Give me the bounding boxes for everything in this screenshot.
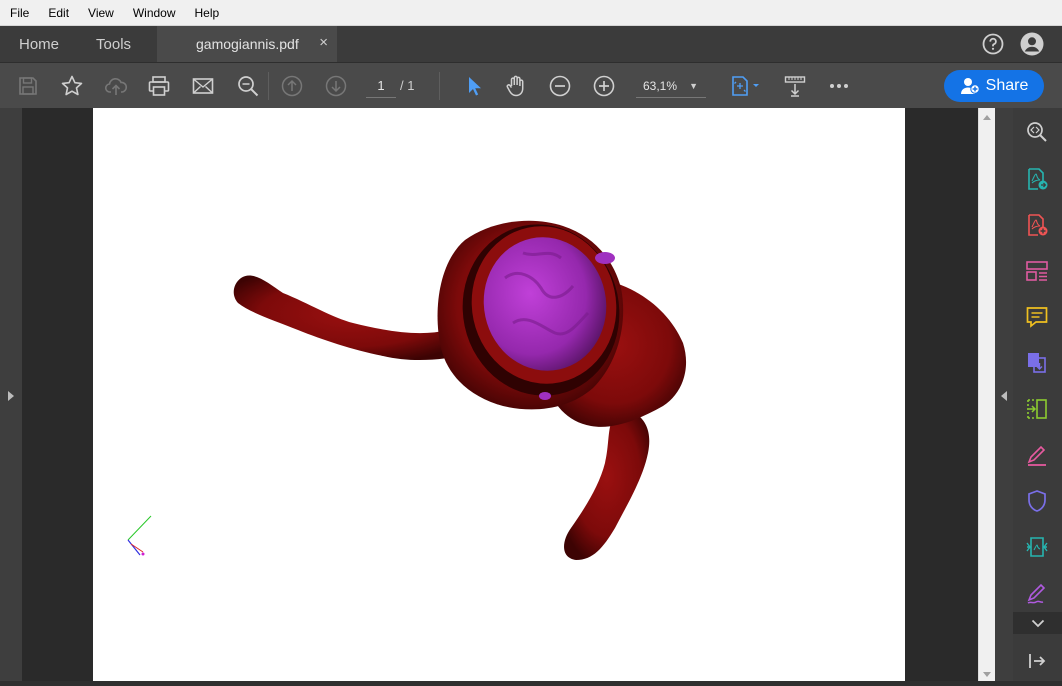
export-pdf-icon[interactable] xyxy=(1023,165,1051,193)
compress-icon[interactable] xyxy=(1023,395,1051,423)
fit-page-icon[interactable] xyxy=(728,73,764,99)
document-tab-title: gamogiannis.pdf xyxy=(196,36,299,52)
chevron-down-icon: ▼ xyxy=(689,81,698,91)
zoom-value: 63,1% xyxy=(643,79,678,93)
page-number-input[interactable]: 1 xyxy=(366,75,396,98)
zoom-in-icon[interactable] xyxy=(591,73,617,99)
3d-model-render[interactable] xyxy=(93,108,905,686)
scroll-up-arrow-icon[interactable] xyxy=(983,114,991,120)
zoom-search-icon[interactable] xyxy=(1023,118,1051,146)
help-icon[interactable] xyxy=(982,33,1004,55)
axis-triad-icon xyxy=(127,515,152,556)
email-icon[interactable] xyxy=(190,73,216,99)
tab-bar: Home Tools gamogiannis.pdf × xyxy=(0,26,1062,62)
menu-bar: File Edit View Window Help xyxy=(0,0,1062,26)
window-bottom-edge xyxy=(0,681,1062,686)
menu-edit[interactable]: Edit xyxy=(38,6,78,20)
zoom-search-icon[interactable] xyxy=(235,73,261,99)
zoom-level-select[interactable]: 63,1% ▼ xyxy=(636,75,706,98)
document-viewer[interactable] xyxy=(22,108,978,686)
collapse-panel-icon[interactable] xyxy=(1023,647,1051,675)
close-icon[interactable]: × xyxy=(319,34,328,51)
toolbar-divider xyxy=(439,72,440,100)
chevron-right-icon xyxy=(8,391,14,401)
fill-sign-icon[interactable] xyxy=(1023,441,1051,469)
comment-icon[interactable] xyxy=(1023,303,1051,331)
tab-home[interactable]: Home xyxy=(0,36,77,53)
more-tools-button[interactable] xyxy=(1013,612,1062,634)
pdf-page[interactable] xyxy=(93,108,905,686)
print-icon[interactable] xyxy=(146,73,172,99)
menu-file[interactable]: File xyxy=(0,6,38,20)
protect-icon[interactable] xyxy=(1023,487,1051,515)
tools-rail xyxy=(1013,108,1062,686)
chevron-left-icon xyxy=(1001,391,1007,401)
hand-icon[interactable] xyxy=(503,73,529,99)
scan-ocr-icon[interactable] xyxy=(1023,533,1051,561)
upload-cloud-icon[interactable] xyxy=(103,73,129,99)
tab-tools[interactable]: Tools xyxy=(77,36,149,53)
vertical-scrollbar[interactable] xyxy=(978,108,995,686)
page-up-icon[interactable] xyxy=(279,73,305,99)
share-label: Share xyxy=(985,77,1029,94)
menu-view[interactable]: View xyxy=(78,6,123,20)
menu-window[interactable]: Window xyxy=(123,6,185,20)
send-signature-icon[interactable] xyxy=(1023,579,1051,607)
save-icon[interactable] xyxy=(15,73,41,99)
chevron-down-icon xyxy=(1031,619,1044,627)
toolbar-divider xyxy=(268,72,269,100)
bookmark-star-icon[interactable] xyxy=(59,73,85,99)
account-avatar-icon[interactable] xyxy=(1020,32,1044,56)
share-button[interactable]: Share xyxy=(944,70,1044,102)
scroll-down-arrow-icon[interactable] xyxy=(983,672,991,678)
main-toolbar: 1 / 1 63,1% ▼ Share xyxy=(0,62,1062,108)
page-down-icon[interactable] xyxy=(323,73,349,99)
page-total: / 1 xyxy=(400,78,415,93)
scroll-mode-icon[interactable] xyxy=(782,73,808,99)
right-panel-toggle[interactable] xyxy=(995,108,1013,686)
add-user-icon xyxy=(960,78,980,94)
select-cursor-icon[interactable] xyxy=(460,73,486,99)
create-pdf-icon[interactable] xyxy=(1023,211,1051,239)
zoom-out-icon[interactable] xyxy=(547,73,573,99)
organize-pages-icon[interactable] xyxy=(1023,257,1051,285)
more-icon[interactable] xyxy=(826,73,852,99)
menu-help[interactable]: Help xyxy=(185,6,229,20)
tab-document[interactable]: gamogiannis.pdf × xyxy=(157,26,337,62)
left-panel-toggle[interactable] xyxy=(0,108,22,686)
combine-files-icon[interactable] xyxy=(1023,349,1051,377)
